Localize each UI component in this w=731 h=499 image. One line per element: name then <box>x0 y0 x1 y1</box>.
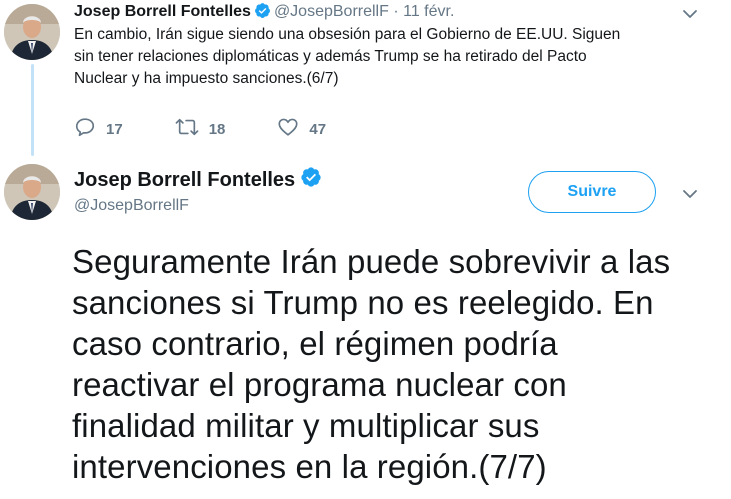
verified-badge-icon <box>254 2 271 24</box>
tweet-text-line: reactivar el programa nuclear con <box>72 366 567 403</box>
tweet-text-line: En cambio, Irán sigue siendo una obsesió… <box>74 26 621 43</box>
tweet2-text: Seguramente Irán puede sobrevivir a las … <box>72 241 722 487</box>
like-count: 47 <box>309 120 327 138</box>
author-handle[interactable]: @JosepBorrellF <box>74 197 189 215</box>
tweet1-actions: 17 18 47 <box>74 116 378 142</box>
verified-badge-icon <box>300 166 322 194</box>
tweet-text-line: sanciones si Trump no es reelegido. En <box>72 284 654 321</box>
tweet1-text: En cambio, Irán sigue siendo una obsesió… <box>74 24 694 90</box>
like-button[interactable]: 47 <box>277 116 326 142</box>
avatar-photo <box>4 4 60 60</box>
tweet-text-line: finalidad militar y multiplicar sus <box>72 407 540 444</box>
author-name-row: Josep Borrell Fontelles <box>74 166 325 194</box>
author-name[interactable]: Josep Borrell Fontelles <box>74 3 251 20</box>
avatar[interactable] <box>4 4 60 60</box>
tweet-text-line: intervenciones en la región.(7/7) <box>72 448 547 485</box>
tweet-text-line: sin tener relaciones diplomáticas y adem… <box>74 48 587 65</box>
like-icon <box>277 116 309 142</box>
retweet-count: 18 <box>208 120 226 138</box>
author-name[interactable]: Josep Borrell Fontelles <box>74 169 295 191</box>
tweet1-header: Josep Borrell Fontelles @JosepBorrellF · … <box>74 2 454 24</box>
reply-button[interactable]: 17 <box>74 116 123 142</box>
separator-dot: · <box>388 3 404 20</box>
tweet-text-line: Seguramente Irán puede sobrevivir a las <box>72 243 671 280</box>
author-handle[interactable]: @JosepBorrellF <box>274 3 389 20</box>
tweet-text-line: Nuclear y ha impuesto sanciones.(6/7) <box>74 70 339 87</box>
reply-icon <box>74 116 106 142</box>
follow-button[interactable]: Suivre <box>528 171 656 213</box>
avatar[interactable] <box>4 164 60 220</box>
tweet-text-line: caso contrario, el régimen podría <box>72 325 558 362</box>
retweet-button[interactable]: 18 <box>175 116 226 142</box>
thread-connector-line <box>31 64 34 156</box>
chevron-down-icon[interactable] <box>681 185 699 203</box>
retweet-icon <box>175 116 209 142</box>
reply-count: 17 <box>106 120 123 138</box>
tweet-date[interactable]: 11 févr. <box>403 3 454 20</box>
chevron-down-icon[interactable] <box>681 5 699 23</box>
avatar-photo <box>4 164 60 220</box>
